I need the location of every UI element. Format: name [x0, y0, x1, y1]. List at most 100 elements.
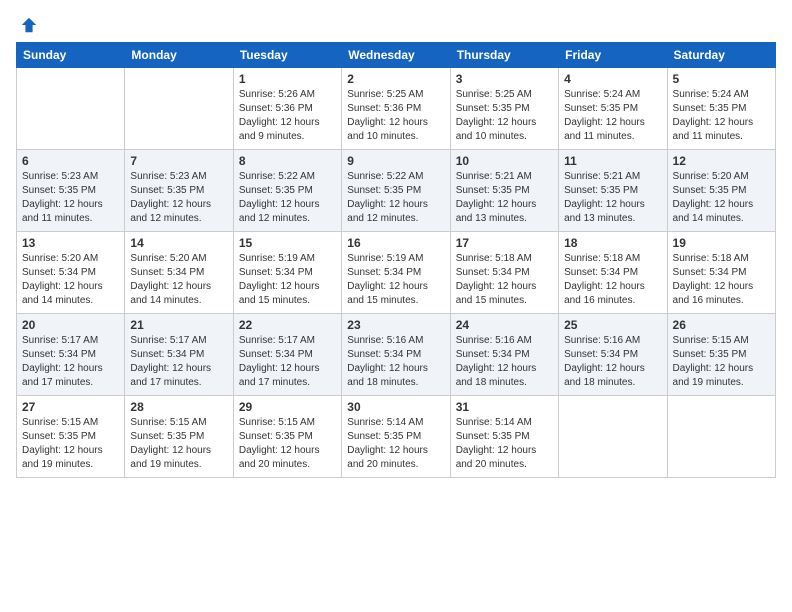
- calendar: SundayMondayTuesdayWednesdayThursdayFrid…: [16, 42, 776, 478]
- calendar-cell: [125, 68, 233, 150]
- day-info: Sunrise: 5:17 AMSunset: 5:34 PMDaylight:…: [130, 334, 227, 390]
- day-info: Sunrise: 5:14 AMSunset: 5:35 PMDaylight:…: [347, 416, 444, 472]
- calendar-cell: 15 Sunrise: 5:19 AMSunset: 5:34 PMDayligh…: [233, 232, 341, 314]
- day-info: Sunrise: 5:15 AMSunset: 5:35 PMDaylight:…: [22, 416, 119, 472]
- day-info: Sunrise: 5:25 AMSunset: 5:35 PMDaylight:…: [456, 88, 553, 144]
- day-info: Sunrise: 5:19 AMSunset: 5:34 PMDaylight:…: [347, 252, 444, 308]
- day-number: 9: [347, 154, 444, 168]
- calendar-cell: 23 Sunrise: 5:16 AMSunset: 5:34 PMDayligh…: [342, 314, 450, 396]
- calendar-cell: 13 Sunrise: 5:20 AMSunset: 5:34 PMDayligh…: [17, 232, 125, 314]
- page: SundayMondayTuesdayWednesdayThursdayFrid…: [0, 0, 792, 612]
- day-info: Sunrise: 5:22 AMSunset: 5:35 PMDaylight:…: [347, 170, 444, 226]
- day-info: Sunrise: 5:23 AMSunset: 5:35 PMDaylight:…: [130, 170, 227, 226]
- day-info: Sunrise: 5:23 AMSunset: 5:35 PMDaylight:…: [22, 170, 119, 226]
- day-number: 29: [239, 400, 336, 414]
- day-number: 8: [239, 154, 336, 168]
- day-number: 4: [564, 72, 661, 86]
- day-number: 1: [239, 72, 336, 86]
- calendar-cell: 1 Sunrise: 5:26 AMSunset: 5:36 PMDaylight…: [233, 68, 341, 150]
- day-info: Sunrise: 5:17 AMSunset: 5:34 PMDaylight:…: [239, 334, 336, 390]
- day-number: 25: [564, 318, 661, 332]
- day-of-week-header: Sunday: [17, 43, 125, 68]
- calendar-cell: 31 Sunrise: 5:14 AMSunset: 5:35 PMDayligh…: [450, 396, 558, 478]
- day-number: 5: [673, 72, 770, 86]
- day-of-week-header: Friday: [559, 43, 667, 68]
- day-number: 24: [456, 318, 553, 332]
- day-number: 14: [130, 236, 227, 250]
- calendar-cell: 14 Sunrise: 5:20 AMSunset: 5:34 PMDayligh…: [125, 232, 233, 314]
- calendar-cell: 29Sunrise: 5:15 AMSunset: 5:35 PMDayligh…: [233, 396, 341, 478]
- day-number: 26: [673, 318, 770, 332]
- calendar-cell: 5Sunrise: 5:24 AMSunset: 5:35 PMDaylight…: [667, 68, 775, 150]
- day-info: Sunrise: 5:25 AMSunset: 5:36 PMDaylight:…: [347, 88, 444, 144]
- day-number: 17: [456, 236, 553, 250]
- day-info: Sunrise: 5:21 AMSunset: 5:35 PMDaylight:…: [564, 170, 661, 226]
- calendar-cell: 9 Sunrise: 5:22 AMSunset: 5:35 PMDaylight…: [342, 150, 450, 232]
- day-number: 16: [347, 236, 444, 250]
- day-number: 15: [239, 236, 336, 250]
- day-number: 20: [22, 318, 119, 332]
- day-of-week-header: Tuesday: [233, 43, 341, 68]
- calendar-cell: [667, 396, 775, 478]
- calendar-cell: 19 Sunrise: 5:18 AMSunset: 5:34 PMDayligh…: [667, 232, 775, 314]
- calendar-cell: 26Sunrise: 5:15 AMSunset: 5:35 PMDayligh…: [667, 314, 775, 396]
- calendar-cell: 27 Sunrise: 5:15 AMSunset: 5:35 PMDayligh…: [17, 396, 125, 478]
- day-info: Sunrise: 5:16 AMSunset: 5:34 PMDaylight:…: [564, 334, 661, 390]
- day-info: Sunrise: 5:18 AMSunset: 5:34 PMDaylight:…: [673, 252, 770, 308]
- day-number: 27: [22, 400, 119, 414]
- calendar-cell: 6 Sunrise: 5:23 AMSunset: 5:35 PMDaylight…: [17, 150, 125, 232]
- day-info: Sunrise: 5:20 AMSunset: 5:34 PMDaylight:…: [22, 252, 119, 308]
- day-info: Sunrise: 5:24 AMSunset: 5:35 PMDaylight:…: [564, 88, 661, 144]
- day-of-week-header: Monday: [125, 43, 233, 68]
- day-number: 12: [673, 154, 770, 168]
- calendar-cell: 4 Sunrise: 5:24 AMSunset: 5:35 PMDaylight…: [559, 68, 667, 150]
- calendar-cell: [559, 396, 667, 478]
- day-info: Sunrise: 5:21 AMSunset: 5:35 PMDaylight:…: [456, 170, 553, 226]
- calendar-cell: [17, 68, 125, 150]
- day-info: Sunrise: 5:16 AMSunset: 5:34 PMDaylight:…: [456, 334, 553, 390]
- day-number: 30: [347, 400, 444, 414]
- day-info: Sunrise: 5:17 AMSunset: 5:34 PMDaylight:…: [22, 334, 119, 390]
- calendar-cell: 20 Sunrise: 5:17 AMSunset: 5:34 PMDayligh…: [17, 314, 125, 396]
- calendar-cell: 12Sunrise: 5:20 AMSunset: 5:35 PMDayligh…: [667, 150, 775, 232]
- day-info: Sunrise: 5:18 AMSunset: 5:34 PMDaylight:…: [564, 252, 661, 308]
- calendar-cell: 7Sunrise: 5:23 AMSunset: 5:35 PMDaylight…: [125, 150, 233, 232]
- calendar-cell: 3 Sunrise: 5:25 AMSunset: 5:35 PMDaylight…: [450, 68, 558, 150]
- calendar-header-row: SundayMondayTuesdayWednesdayThursdayFrid…: [17, 43, 776, 68]
- day-number: 21: [130, 318, 227, 332]
- calendar-cell: 8 Sunrise: 5:22 AMSunset: 5:35 PMDaylight…: [233, 150, 341, 232]
- calendar-week-row: 1 Sunrise: 5:26 AMSunset: 5:36 PMDaylight…: [17, 68, 776, 150]
- calendar-week-row: 20 Sunrise: 5:17 AMSunset: 5:34 PMDayligh…: [17, 314, 776, 396]
- calendar-cell: 28Sunrise: 5:15 AMSunset: 5:35 PMDayligh…: [125, 396, 233, 478]
- day-number: 19: [673, 236, 770, 250]
- calendar-week-row: 27 Sunrise: 5:15 AMSunset: 5:35 PMDayligh…: [17, 396, 776, 478]
- day-number: 18: [564, 236, 661, 250]
- calendar-week-row: 6 Sunrise: 5:23 AMSunset: 5:35 PMDaylight…: [17, 150, 776, 232]
- day-info: Sunrise: 5:16 AMSunset: 5:34 PMDaylight:…: [347, 334, 444, 390]
- logo: [16, 16, 38, 30]
- calendar-cell: 18 Sunrise: 5:18 AMSunset: 5:34 PMDayligh…: [559, 232, 667, 314]
- day-number: 6: [22, 154, 119, 168]
- calendar-cell: 17Sunrise: 5:18 AMSunset: 5:34 PMDayligh…: [450, 232, 558, 314]
- day-of-week-header: Thursday: [450, 43, 558, 68]
- day-number: 31: [456, 400, 553, 414]
- header: [16, 16, 776, 30]
- day-of-week-header: Wednesday: [342, 43, 450, 68]
- calendar-cell: 21 Sunrise: 5:17 AMSunset: 5:34 PMDayligh…: [125, 314, 233, 396]
- day-number: 3: [456, 72, 553, 86]
- day-info: Sunrise: 5:22 AMSunset: 5:35 PMDaylight:…: [239, 170, 336, 226]
- day-number: 23: [347, 318, 444, 332]
- calendar-cell: 16 Sunrise: 5:19 AMSunset: 5:34 PMDayligh…: [342, 232, 450, 314]
- day-number: 13: [22, 236, 119, 250]
- day-info: Sunrise: 5:14 AMSunset: 5:35 PMDaylight:…: [456, 416, 553, 472]
- calendar-cell: 10Sunrise: 5:21 AMSunset: 5:35 PMDayligh…: [450, 150, 558, 232]
- logo-icon: [20, 16, 38, 34]
- calendar-week-row: 13 Sunrise: 5:20 AMSunset: 5:34 PMDayligh…: [17, 232, 776, 314]
- day-info: Sunrise: 5:26 AMSunset: 5:36 PMDaylight:…: [239, 88, 336, 144]
- day-number: 28: [130, 400, 227, 414]
- day-number: 2: [347, 72, 444, 86]
- day-info: Sunrise: 5:19 AMSunset: 5:34 PMDaylight:…: [239, 252, 336, 308]
- day-of-week-header: Saturday: [667, 43, 775, 68]
- calendar-cell: 30 Sunrise: 5:14 AMSunset: 5:35 PMDayligh…: [342, 396, 450, 478]
- day-info: Sunrise: 5:20 AMSunset: 5:34 PMDaylight:…: [130, 252, 227, 308]
